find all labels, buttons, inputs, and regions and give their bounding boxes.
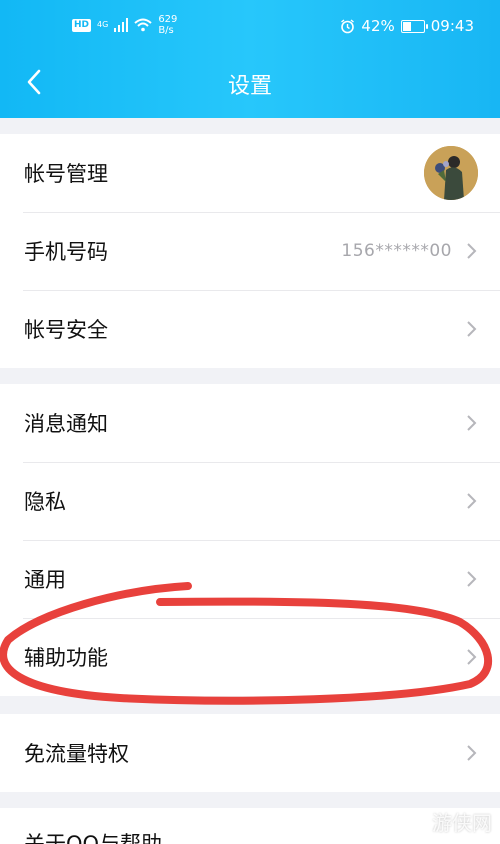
account-management-label: 帐号管理	[24, 162, 108, 186]
watermark: 游侠网	[432, 811, 492, 835]
chevron-right-icon	[467, 243, 477, 259]
phone-number-label: 手机号码	[24, 240, 108, 264]
preferences-group: 消息通知 隐私 通用 辅助功能	[0, 384, 500, 696]
privacy-item[interactable]: 隐私	[0, 462, 500, 540]
hd-badge: HD	[72, 18, 92, 32]
chevron-right-icon	[467, 321, 477, 337]
signal-icon	[114, 18, 129, 32]
status-bar: HD 4G 629 B/s 42% 09:43	[0, 0, 500, 52]
chevron-right-icon	[467, 571, 477, 587]
accessibility-item[interactable]: 辅助功能	[0, 618, 500, 696]
header-bar: HD 4G 629 B/s 42% 09:43 设置	[0, 0, 500, 118]
battery-percent: 42%	[361, 17, 395, 35]
general-label: 通用	[24, 568, 66, 592]
battery-icon	[400, 19, 428, 33]
free-data-label: 免流量特权	[24, 742, 129, 766]
phone-number-item[interactable]: 手机号码 156******00	[0, 212, 500, 290]
page-title: 设置	[227, 74, 272, 99]
speed-unit: B/s	[158, 25, 174, 36]
privacy-label: 隐私	[24, 490, 66, 514]
about-help-item[interactable]: 关于QQ与帮助	[0, 808, 500, 844]
avatar[interactable]	[424, 146, 478, 200]
account-group: 帐号管理 手机号码 156******00 帐号安全	[0, 134, 500, 368]
chevron-right-icon	[467, 415, 477, 431]
chevron-right-icon	[467, 649, 477, 665]
network-type: 4G	[97, 20, 109, 29]
network-speed: 629 B/s	[158, 14, 177, 36]
clock: 09:43	[430, 17, 474, 35]
chevron-right-icon	[467, 745, 477, 761]
account-security-item[interactable]: 帐号安全	[0, 290, 500, 368]
about-help-label: 关于QQ与帮助	[24, 832, 163, 844]
free-data-group: 免流量特权	[0, 714, 500, 792]
about-group: 关于QQ与帮助	[0, 808, 500, 844]
accessibility-label: 辅助功能	[24, 646, 108, 670]
notifications-item[interactable]: 消息通知	[0, 384, 500, 462]
account-security-label: 帐号安全	[24, 318, 108, 342]
notifications-label: 消息通知	[24, 412, 108, 436]
phone-number-value: 156******00	[341, 241, 452, 261]
alarm-icon	[341, 18, 355, 33]
chevron-right-icon	[467, 493, 477, 509]
speed-value: 629	[158, 14, 178, 25]
general-item[interactable]: 通用	[0, 540, 500, 618]
free-data-item[interactable]: 免流量特权	[0, 714, 500, 792]
account-management-item[interactable]: 帐号管理	[0, 134, 500, 212]
wifi-icon	[134, 18, 152, 32]
